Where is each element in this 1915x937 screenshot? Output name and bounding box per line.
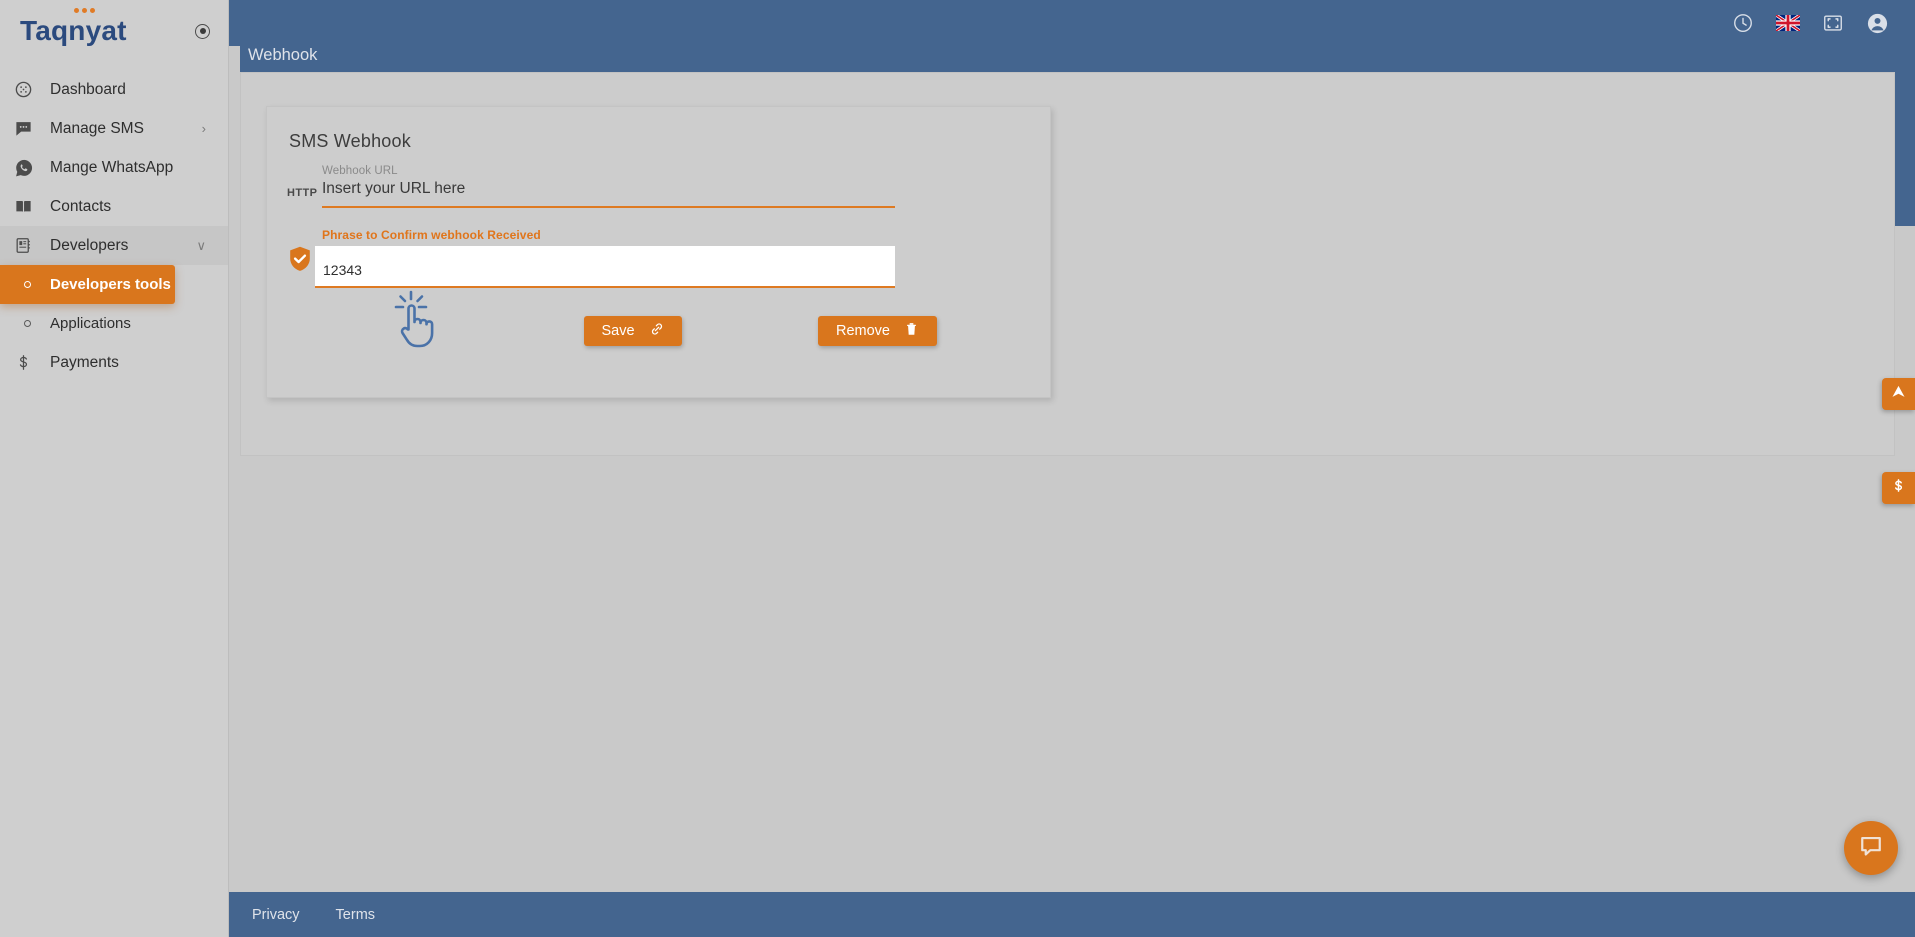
circle-dot-icon [14, 281, 40, 288]
sidebar-item-label: Developers [50, 236, 129, 254]
user-account-icon[interactable] [1866, 12, 1889, 35]
phrase-input-wrapper [315, 246, 895, 288]
history-clock-icon[interactable] [1732, 12, 1754, 34]
link-chain-icon [649, 321, 665, 341]
app-root: Taqnyat Dashboard Manage SMS › Mange Wha… [0, 0, 1915, 937]
paper-plane-icon [1890, 383, 1907, 405]
chat-widget-button[interactable] [1844, 821, 1898, 875]
chevron-down-icon: ∨ [196, 238, 206, 253]
sidebar-item-label: Dashboard [50, 80, 126, 98]
sms-webhook-card: SMS Webhook Webhook URL HTTP Phrase to C… [266, 106, 1051, 398]
header-icon-group [1732, 12, 1915, 35]
shield-check-icon [289, 246, 311, 272]
brand-dots-icon [74, 8, 96, 13]
fullscreen-icon[interactable] [1822, 12, 1844, 34]
book-icon [14, 197, 40, 216]
sidebar-item-dashboard[interactable]: Dashboard [0, 70, 228, 109]
http-tag-label: HTTP [287, 187, 318, 199]
send-side-tab[interactable] [1882, 378, 1915, 410]
whatsapp-icon [14, 158, 40, 178]
balance-side-tab[interactable] [1882, 472, 1915, 504]
sidebar-item-developers-tools[interactable]: Developers tools [0, 265, 175, 304]
content-panel: SMS Webhook Webhook URL HTTP Phrase to C… [240, 72, 1895, 456]
sidebar-item-label: Developers tools [50, 276, 171, 293]
sidebar-item-payments[interactable]: Payments [0, 343, 228, 382]
phrase-input[interactable] [315, 246, 895, 288]
footer-link-terms[interactable]: Terms [336, 907, 375, 923]
dollar-icon [1890, 477, 1907, 499]
sidebar-nav: Dashboard Manage SMS › Mange WhatsApp Co… [0, 62, 228, 382]
footer-link-privacy[interactable]: Privacy [252, 907, 300, 923]
sidebar-item-label: Contacts [50, 197, 112, 215]
footer: Privacy Terms [229, 892, 1915, 937]
sidebar: Taqnyat Dashboard Manage SMS › Mange Wha… [0, 0, 229, 937]
sidebar-item-label: Applications [50, 315, 131, 332]
phrase-label: Phrase to Confirm webhook Received [322, 228, 541, 242]
notebook-icon [14, 236, 40, 255]
sidebar-item-developers[interactable]: Developers ∨ [0, 226, 228, 265]
brand-row: Taqnyat [0, 0, 228, 62]
sidebar-collapse-toggle-icon[interactable] [195, 23, 210, 39]
brand-logo[interactable]: Taqnyat [20, 8, 127, 46]
brand-name: Taqnyat [20, 15, 127, 46]
save-button-label: Save [601, 323, 635, 339]
dollar-icon [14, 353, 40, 372]
circle-dot-icon [14, 320, 40, 327]
dashboard-icon [14, 80, 40, 99]
trash-icon [904, 321, 919, 341]
top-header-bar [229, 0, 1915, 46]
sidebar-item-label: Payments [50, 353, 119, 371]
sidebar-item-manage-sms[interactable]: Manage SMS › [0, 109, 228, 148]
remove-button[interactable]: Remove [818, 316, 937, 346]
card-title: SMS Webhook [289, 131, 411, 151]
sidebar-item-contacts[interactable]: Contacts [0, 187, 228, 226]
sidebar-item-manage-whatsapp[interactable]: Mange WhatsApp [0, 148, 228, 187]
uk-flag-icon[interactable] [1775, 13, 1801, 33]
page-title-bar [240, 46, 1915, 72]
save-button[interactable]: Save [584, 316, 682, 346]
remove-button-label: Remove [836, 323, 890, 339]
webhook-url-label: Webhook URL [322, 165, 398, 177]
sidebar-item-label: Manage SMS [50, 119, 144, 137]
page-title: Webhook [248, 46, 318, 64]
sidebar-item-applications[interactable]: Applications [0, 304, 228, 343]
speech-bubble-icon [1857, 832, 1885, 865]
sms-chat-icon [14, 119, 40, 138]
webhook-url-input[interactable] [322, 180, 895, 208]
chevron-right-icon: › [201, 121, 206, 136]
sidebar-item-label: Mange WhatsApp [50, 158, 174, 176]
